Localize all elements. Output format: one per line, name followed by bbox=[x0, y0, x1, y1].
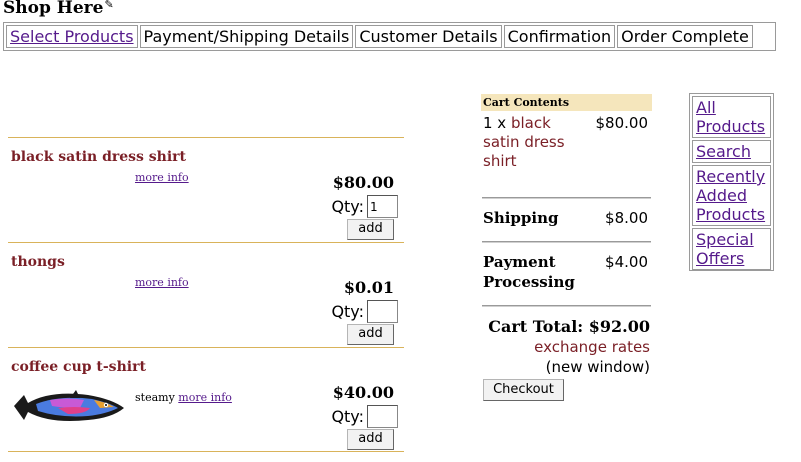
cart-panel: Cart Contents 1 x black satin dress shir… bbox=[481, 94, 652, 401]
qty-group: Qty: bbox=[331, 195, 398, 218]
step-confirmation: Confirmation bbox=[503, 25, 616, 48]
cart-item-price: $80.00 bbox=[595, 114, 649, 132]
checkout-button[interactable]: Checkout bbox=[483, 379, 564, 401]
checkout-steps: Select Products Payment/Shipping Details… bbox=[3, 22, 776, 51]
cart-item-description: 1 x black satin dress shirt bbox=[483, 114, 583, 197]
step-select-products[interactable]: Select Products bbox=[6, 25, 138, 48]
cart-heading: Cart Contents bbox=[481, 94, 652, 111]
shop-title-text: Shop Here bbox=[3, 0, 104, 18]
qty-input[interactable] bbox=[367, 300, 398, 323]
nav-link-all-products[interactable]: All Products bbox=[696, 98, 765, 136]
qty-label: Qty: bbox=[331, 302, 364, 321]
step-order-complete: Order Complete bbox=[617, 25, 753, 48]
step-select-products-link[interactable]: Select Products bbox=[10, 27, 134, 46]
add-button[interactable]: add bbox=[347, 324, 394, 345]
product-price: $0.01 bbox=[343, 278, 394, 297]
product-item: coffee cup t-shirt steamy more info $40.… bbox=[8, 347, 404, 452]
cart-total: Cart Total: $92.00 bbox=[488, 317, 650, 336]
product-item: thongs more info $0.01 Qty: add bbox=[8, 242, 404, 347]
qty-input[interactable] bbox=[367, 195, 398, 218]
cart-item-qty: 1 x bbox=[483, 114, 507, 132]
more-info-link[interactable]: more info bbox=[178, 391, 232, 404]
qty-label: Qty: bbox=[331, 407, 364, 426]
side-navigation: All Products Search Recently Added Produ… bbox=[689, 93, 774, 271]
more-info-link[interactable]: more info bbox=[135, 276, 189, 289]
nav-link-recently-added[interactable]: Recently Added Products bbox=[696, 167, 765, 224]
exchange-rates-link[interactable]: exchange rates bbox=[534, 338, 650, 356]
shop-title: Shop Here✎ bbox=[3, 0, 114, 18]
new-window-note: (new window) bbox=[545, 358, 650, 376]
step-payment-shipping: Payment/Shipping Details bbox=[139, 25, 354, 48]
add-button[interactable]: add bbox=[347, 429, 394, 450]
nav-item-search[interactable]: Search bbox=[692, 140, 771, 163]
product-description-text: steamy bbox=[135, 391, 175, 404]
exchange-rates-row: exchange rates bbox=[481, 337, 652, 357]
product-name: coffee cup t-shirt bbox=[11, 359, 146, 375]
product-name: thongs bbox=[11, 254, 65, 270]
step-customer-details: Customer Details bbox=[355, 25, 502, 48]
fish-image[interactable] bbox=[10, 386, 128, 426]
nav-link-search[interactable]: Search bbox=[696, 142, 751, 161]
product-name: black satin dress shirt bbox=[11, 149, 186, 165]
add-button[interactable]: add bbox=[347, 219, 394, 240]
qty-group: Qty: bbox=[331, 300, 398, 323]
shipping-value: $8.00 bbox=[605, 209, 648, 227]
qty-group: Qty: bbox=[331, 405, 398, 428]
qty-input[interactable] bbox=[367, 405, 398, 428]
payment-label: Payment Processing bbox=[483, 253, 575, 291]
product-list: black satin dress shirt more info $80.00… bbox=[8, 137, 404, 452]
product-item: black satin dress shirt more info $80.00… bbox=[8, 137, 404, 242]
cart-item: 1 x black satin dress shirt $80.00 bbox=[481, 111, 652, 197]
shipping-label: Shipping bbox=[483, 209, 559, 227]
product-price: $80.00 bbox=[332, 173, 394, 192]
qty-label: Qty: bbox=[331, 197, 364, 216]
nav-item-special-offers[interactable]: Special Offers bbox=[692, 228, 771, 270]
product-price: $40.00 bbox=[332, 383, 394, 402]
payment-value: $4.00 bbox=[605, 253, 648, 271]
product-description: steamy more info bbox=[135, 391, 232, 404]
more-info-link[interactable]: more info bbox=[135, 171, 189, 184]
pencil-icon: ✎ bbox=[104, 0, 114, 11]
payment-row: Payment Processing $4.00 bbox=[481, 243, 652, 305]
nav-link-special-offers[interactable]: Special Offers bbox=[696, 230, 754, 268]
shipping-row: Shipping $8.00 bbox=[481, 199, 652, 241]
nav-item-all-products[interactable]: All Products bbox=[692, 96, 771, 138]
nav-item-recently-added[interactable]: Recently Added Products bbox=[692, 165, 771, 226]
